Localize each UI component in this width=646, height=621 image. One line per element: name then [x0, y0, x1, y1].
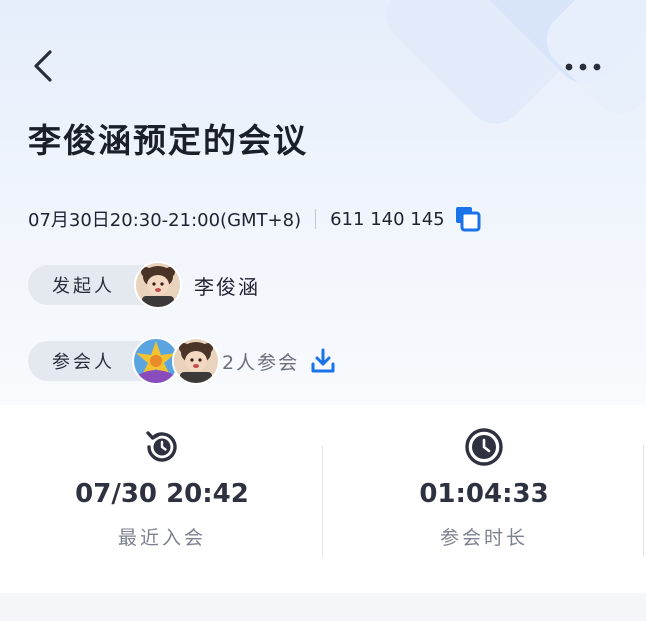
last-join-stat: 07/30 20:42 最近入会: [2, 425, 322, 550]
organizer-row: 发起人 李俊涵: [28, 260, 260, 310]
more-button[interactable]: [560, 54, 606, 80]
divider: [643, 445, 644, 557]
meeting-info-row: 07月30日20:30-21:00(GMT+8) 611 140 145: [28, 202, 483, 236]
avatar-image: [136, 263, 180, 307]
divider: [315, 209, 317, 229]
download-icon[interactable]: [309, 347, 337, 375]
last-join-label: 最近入会: [117, 527, 206, 549]
page-title: 李俊涵预定的会议: [28, 121, 308, 160]
copy-icon[interactable]: [453, 204, 483, 234]
attendees-row: 参会人 2人参会: [28, 336, 337, 386]
duration-value: 01:04:33: [419, 479, 549, 509]
history-clock-icon: [146, 431, 177, 462]
stats-card: 07/30 20:42 最近入会 01:04:33 参会时长: [0, 405, 646, 593]
duration-label: 参会时长: [439, 527, 528, 549]
more-horizontal-icon: [565, 63, 601, 71]
duration-stat: 01:04:33 参会时长: [324, 425, 644, 550]
meeting-id: 611 140 145: [330, 208, 445, 230]
organizer-name: 李俊涵: [194, 274, 260, 299]
avatar-image: [174, 339, 218, 383]
back-button[interactable]: [28, 46, 60, 86]
meeting-time: 07月30日20:30-21:00(GMT+8): [28, 210, 302, 231]
clock-icon: [465, 428, 503, 466]
attendee-avatar[interactable]: [172, 337, 220, 385]
attendee-count[interactable]: 2人参会: [222, 348, 299, 375]
organizer-avatar[interactable]: [134, 261, 182, 309]
chevron-left-icon: [34, 50, 52, 82]
divider: [322, 445, 323, 557]
last-join-value: 07/30 20:42: [75, 479, 249, 509]
